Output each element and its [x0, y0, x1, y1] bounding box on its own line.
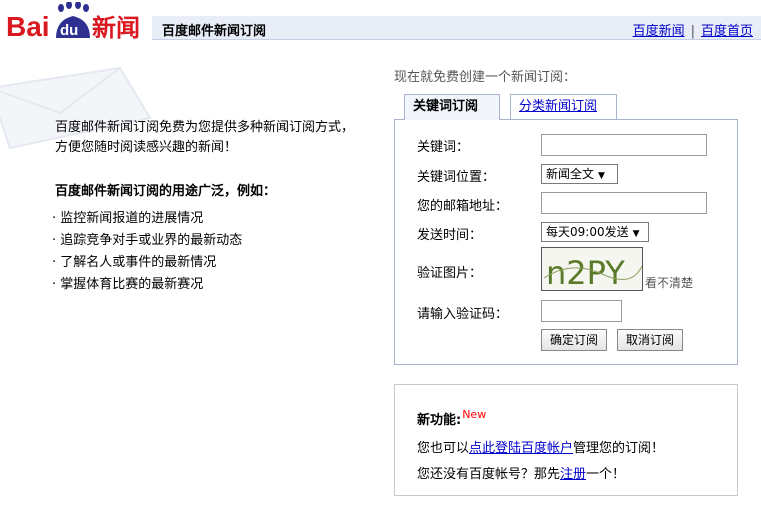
keyword-label: 关键词：	[417, 140, 470, 155]
baidu-news-link[interactable]: 百度新闻	[633, 24, 685, 39]
list-item: 监控新闻报道的进展情况	[52, 208, 242, 230]
register-link[interactable]: 注册	[560, 467, 586, 482]
select-value: 每天09:00发送	[546, 225, 629, 239]
uses-list: 监控新闻报道的进展情况 追踪竞争对手或业界的最新动态 了解名人或事件的最新情况 …	[52, 208, 242, 296]
uses-title: 百度邮件新闻订阅的用途广泛，例如：	[55, 184, 277, 199]
login-line: 您也可以点此登陆百度帐户管理您的订阅！	[417, 437, 664, 456]
dropdown-arrow-icon: ▼	[598, 171, 605, 181]
keyword-position-label: 关键词位置：	[417, 170, 496, 185]
subscribe-form: 关键词： 关键词位置： 新闻全文 ▼ 您的邮箱地址： 发送时间： 每天09:00发…	[394, 119, 738, 365]
send-time-select[interactable]: 每天09:00发送 ▼	[541, 222, 649, 242]
new-feature-title: 新功能:New	[417, 408, 487, 428]
list-item: 掌握体育比赛的最新赛况	[52, 274, 242, 296]
header-bar: 百度邮件新闻订阅 百度新闻 | 百度首页	[152, 16, 761, 40]
cancel-subscribe-button[interactable]: 取消订阅	[617, 329, 684, 351]
new-badge: New	[462, 408, 487, 421]
captcha-refresh-link[interactable]: 看不清楚	[645, 274, 693, 291]
login-text-pre: 您也可以	[417, 441, 470, 456]
page-title: 百度邮件新闻订阅	[162, 24, 267, 39]
header-links: 百度新闻 | 百度首页	[633, 20, 753, 39]
tab-keyword-subscribe[interactable]: 关键词订阅	[404, 94, 500, 120]
dropdown-arrow-icon: ▼	[632, 229, 640, 239]
tab-label: 关键词订阅	[413, 99, 479, 114]
tab-category-subscribe[interactable]: 分类新闻订阅	[510, 94, 617, 120]
captcha-text: n2PY	[546, 254, 625, 291]
new-feature-box: 新功能:New 您也可以点此登陆百度帐户管理您的订阅！ 您还没有百度帐号？那先注…	[394, 384, 738, 496]
list-item: 了解名人或事件的最新情况	[52, 252, 242, 274]
login-text-post: 管理您的订阅！	[573, 441, 665, 456]
captcha-input-label: 请输入验证码：	[417, 307, 509, 322]
baidu-home-link[interactable]: 百度首页	[701, 24, 753, 39]
tab-label: 分类新闻订阅	[519, 99, 598, 114]
register-text-pre: 您还没有百度帐号？那先	[417, 467, 561, 482]
new-feature-title-text: 新功能:	[417, 413, 462, 428]
select-value: 新闻全文	[546, 167, 595, 181]
captcha-input[interactable]	[541, 300, 622, 322]
keyword-position-select[interactable]: 新闻全文 ▼	[541, 164, 618, 184]
login-link[interactable]: 点此登陆百度帐户	[469, 441, 573, 456]
form-prompt: 现在就免费创建一个新闻订阅：	[394, 70, 577, 85]
email-input[interactable]	[541, 192, 707, 214]
intro-text: 百度邮件新闻订阅免费为您提供多种新闻订阅方式，方便您随时阅读感兴趣的新闻！	[55, 120, 355, 155]
email-label: 您的邮箱地址：	[417, 199, 509, 214]
captcha-image: n2PY	[541, 247, 643, 291]
list-item: 追踪竞争对手或业界的最新动态	[52, 230, 242, 252]
confirm-subscribe-button[interactable]: 确定订阅	[541, 329, 608, 351]
register-text-post: 一个！	[586, 467, 626, 482]
keyword-input[interactable]	[541, 134, 707, 156]
logo-du-text: du	[60, 22, 78, 39]
send-time-label: 发送时间：	[417, 228, 483, 243]
register-line: 您还没有百度帐号？那先注册一个！	[417, 463, 625, 482]
logo-bai-text: Bai	[6, 11, 50, 42]
baidu-news-logo[interactable]: Bai du 新闻	[4, 2, 152, 42]
captcha-label: 验证图片：	[417, 266, 483, 281]
header-separator: |	[690, 24, 695, 39]
logo-news-text: 新闻	[92, 14, 140, 42]
